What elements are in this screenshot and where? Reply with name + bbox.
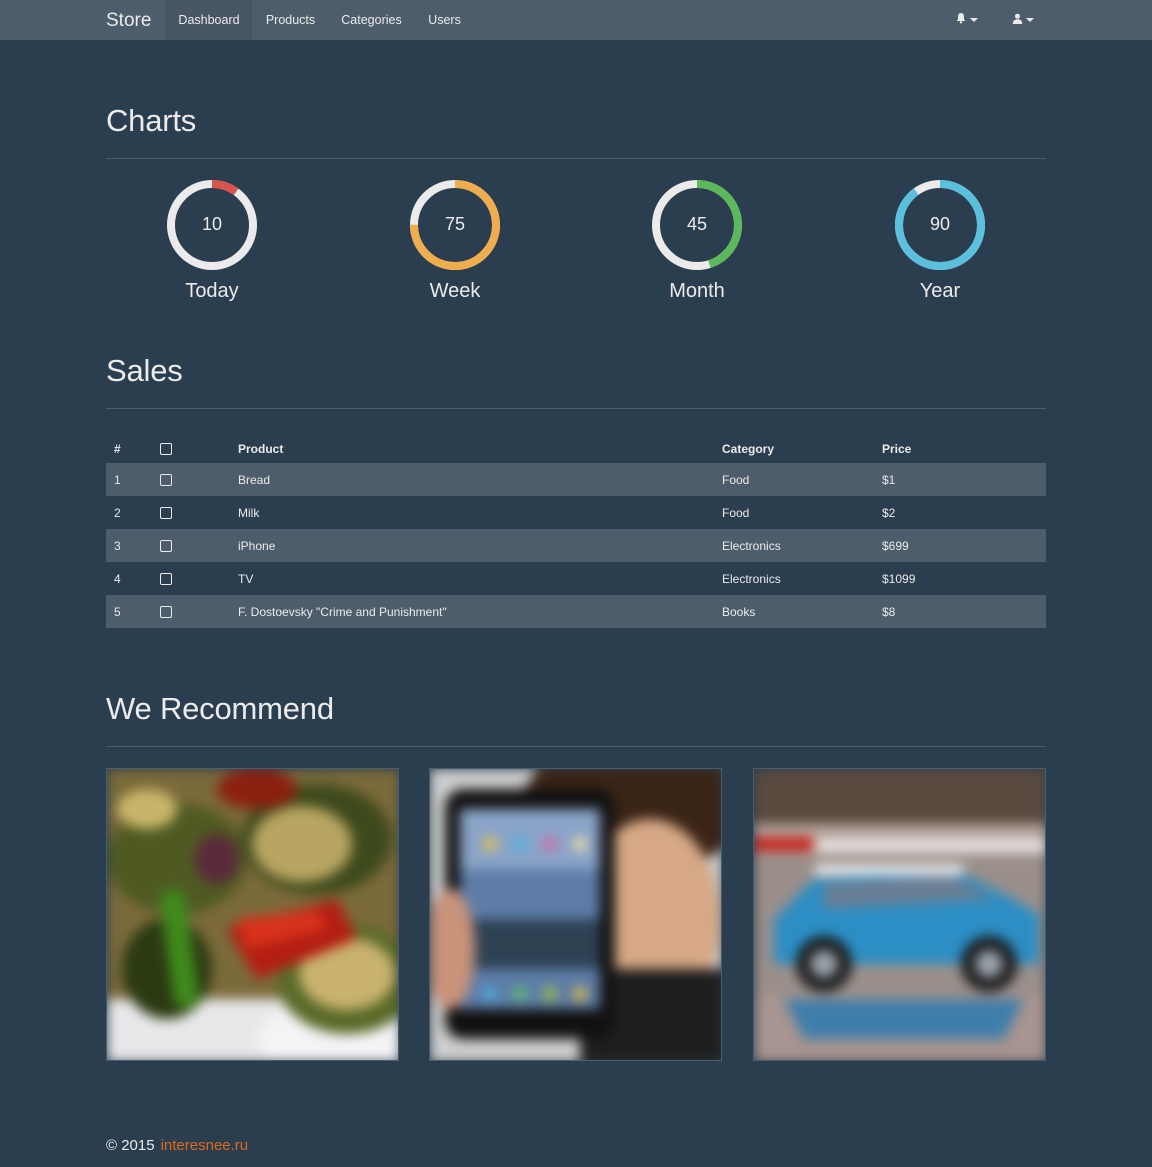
row-checkbox[interactable]: [160, 540, 172, 553]
product-category: Electronics: [722, 571, 781, 586]
tablet-person-photo[interactable]: [429, 768, 722, 1061]
sales-heading: Sales: [106, 353, 183, 388]
row-number: 5: [114, 604, 121, 619]
row-number: 1: [114, 472, 121, 487]
row-select-cell: [152, 595, 230, 628]
sales-table: # Product Category Price 1 Bread Food $1…: [106, 430, 1046, 628]
nav-users[interactable]: Users: [414, 0, 475, 40]
donut-month: 45 Month: [637, 178, 757, 303]
charts-heading: Charts: [106, 103, 197, 138]
nav-dashboard[interactable]: Dashboard: [166, 0, 252, 40]
notifications-dropdown[interactable]: [955, 0, 978, 40]
product-category: Food: [722, 472, 750, 487]
row-number: 4: [114, 571, 121, 586]
blue-car-photo[interactable]: [753, 768, 1046, 1061]
recommend-heading: We Recommend: [106, 691, 334, 726]
donut-value: 10: [201, 214, 223, 234]
donut-week: 75 Week: [395, 178, 515, 303]
row-checkbox[interactable]: [160, 507, 172, 520]
product-category: Books: [722, 604, 756, 619]
product-name: Milk: [238, 505, 260, 520]
table-row: 4 TV Electronics $1099: [106, 562, 1046, 595]
chevron-down-icon: [970, 18, 978, 22]
product-name: F. Dostoevsky "Crime and Punishment": [238, 604, 447, 619]
product-name: iPhone: [238, 538, 276, 553]
column-header-number: #: [114, 441, 121, 456]
table-row: 2 Milk Food $2: [106, 496, 1046, 529]
donut-value: 45: [686, 214, 708, 234]
product-category: Electronics: [722, 538, 781, 553]
row-checkbox[interactable]: [160, 606, 172, 619]
product-price: $1: [882, 472, 896, 487]
product-name: Bread: [238, 472, 271, 487]
divider: [106, 158, 1046, 159]
column-header-price: Price: [882, 441, 912, 456]
donut-label: Week: [429, 280, 481, 302]
donut-value: 75: [444, 214, 466, 234]
donut-label: Year: [919, 280, 961, 302]
column-header-category: Category: [722, 441, 775, 456]
donut-value: 90: [929, 214, 951, 234]
product-category: Food: [722, 505, 750, 520]
product-price: $699: [882, 538, 909, 553]
table-row: 1 Bread Food $1: [106, 463, 1046, 496]
nav-categories[interactable]: Categories: [329, 0, 414, 40]
select-all-checkbox[interactable]: [160, 443, 172, 456]
footer-link[interactable]: interesnee.ru: [161, 1137, 249, 1154]
copyright-text: © 2015: [106, 1137, 155, 1154]
footer: © 2015 interesnee.ru: [106, 1137, 248, 1154]
column-header-select: [152, 430, 230, 463]
divider: [106, 408, 1046, 409]
row-number: 3: [114, 538, 121, 553]
table-header-row: # Product Category Price: [106, 430, 1046, 463]
row-select-cell: [152, 463, 230, 496]
column-header-product: Product: [238, 441, 284, 456]
product-price: $8: [882, 604, 896, 619]
grilled-vegetables-photo[interactable]: [106, 768, 399, 1061]
brand-logo[interactable]: Store: [106, 0, 151, 40]
row-number: 2: [114, 505, 121, 520]
product-price: $2: [882, 505, 896, 520]
row-checkbox[interactable]: [160, 474, 172, 487]
user-dropdown[interactable]: [1012, 0, 1034, 40]
user-icon: [1012, 11, 1023, 29]
table-row: 3 iPhone Electronics $699: [106, 529, 1046, 562]
product-price: $1099: [882, 571, 916, 586]
donut-label: Today: [185, 280, 239, 302]
row-select-cell: [152, 562, 230, 595]
donut-label: Month: [669, 280, 725, 302]
bell-icon: [955, 11, 967, 29]
row-select-cell: [152, 496, 230, 529]
chevron-down-icon: [1026, 18, 1034, 22]
navbar: Store Dashboard Products Categories User…: [0, 0, 1152, 40]
table-row: 5 F. Dostoevsky "Crime and Punishment" B…: [106, 595, 1046, 628]
row-select-cell: [152, 529, 230, 562]
divider: [106, 746, 1046, 747]
donut-year: 90 Year: [880, 178, 1000, 303]
product-name: TV: [238, 571, 254, 586]
nav-products[interactable]: Products: [252, 0, 329, 40]
donut-today: 10 Today: [152, 178, 272, 303]
row-checkbox[interactable]: [160, 573, 172, 586]
